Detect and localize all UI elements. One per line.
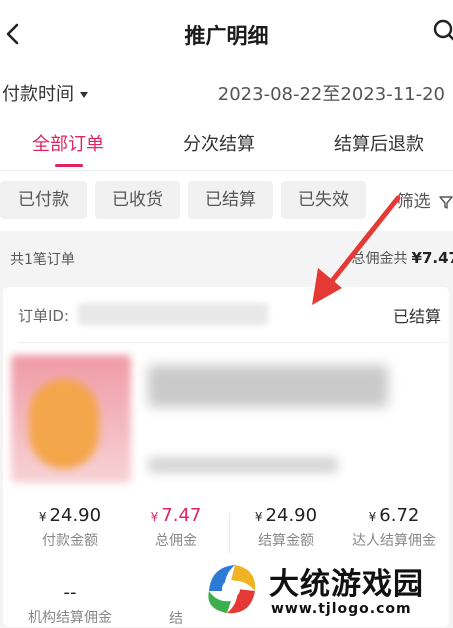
screen-label: 筛选: [396, 192, 431, 212]
stat-label: 达人结算佣金: [352, 533, 436, 549]
product-title-blurred: [148, 365, 388, 407]
summary-row: 共1笔订单 总佣金共¥7.47: [0, 232, 453, 284]
stat-value: 7.47: [161, 505, 202, 526]
chip-settled[interactable]: 已结算: [188, 181, 273, 219]
order-id-blurred: [78, 303, 268, 325]
funnel-icon: [439, 196, 453, 209]
total-value: ¥7.47: [411, 249, 453, 267]
watermark-title: 大统游戏园: [269, 567, 424, 602]
watermark: 大统游戏园 www.tjlogo.com: [185, 553, 453, 623]
stat-influencer-commission: ¥6.72 达人结算佣金: [339, 505, 449, 550]
chip-expired[interactable]: 已失效: [281, 181, 366, 219]
order-count: 共1笔订单: [10, 252, 75, 268]
header-bar: 推广明细: [0, 0, 453, 68]
pay-time-dropdown[interactable]: 付款时间: [2, 80, 88, 106]
tab-refund-after-settlement[interactable]: 结算后退款: [334, 130, 424, 156]
total-commission: 总佣金共¥7.47: [352, 248, 453, 268]
tab-split-settlement[interactable]: 分次结算: [183, 130, 255, 156]
stat-value: 24.90: [265, 505, 318, 526]
tab-all-orders[interactable]: 全部订单: [32, 130, 104, 156]
watermark-url: www.tjlogo.com: [271, 601, 412, 617]
stat-value: --: [63, 582, 77, 603]
chip-received[interactable]: 已收货: [95, 181, 180, 219]
screen-button[interactable]: 筛选: [397, 187, 453, 212]
stat-label: 结算金额: [258, 533, 314, 549]
stat-total-commission: ¥7.47 总佣金: [121, 505, 231, 550]
active-tab-indicator: [55, 164, 83, 167]
product-thumbnail[interactable]: [11, 355, 131, 483]
card-divider: [18, 342, 446, 343]
product-meta-blurred: [148, 457, 338, 473]
pay-time-label: 付款时间: [2, 84, 74, 105]
stat-settlement-amount: ¥24.90 结算金额: [231, 505, 341, 550]
stat-agency-commission: -- 机构结算佣金: [15, 582, 125, 627]
stat-label: 机构结算佣金: [28, 610, 112, 626]
stat-label: 付款金额: [42, 533, 98, 549]
order-tabs: 全部订单 分次结算 结算后退款: [0, 114, 453, 171]
stat-value: 6.72: [379, 505, 420, 526]
watermark-logo-icon: [201, 559, 261, 619]
order-status: 已结算: [392, 307, 441, 326]
date-range[interactable]: 2023-08-22至2023-11-20: [218, 80, 445, 106]
total-label: 总佣金共: [351, 251, 408, 267]
chip-paid[interactable]: 已付款: [0, 181, 87, 219]
filter-bar: 付款时间 2023-08-22至2023-11-20: [0, 68, 453, 114]
stat-payment-amount: ¥24.90 付款金额: [15, 505, 125, 550]
status-chips: 已付款 已收货 已结算 已失效 筛选: [0, 171, 453, 231]
caret-down-icon: [80, 92, 88, 98]
stat-value: 24.90: [49, 505, 102, 526]
search-icon[interactable]: [432, 18, 453, 44]
page-title: 推广明细: [184, 24, 269, 48]
stat-separator: [229, 513, 230, 553]
stat-label: 总佣金: [155, 533, 197, 549]
order-id-label: 订单ID:: [18, 307, 70, 325]
